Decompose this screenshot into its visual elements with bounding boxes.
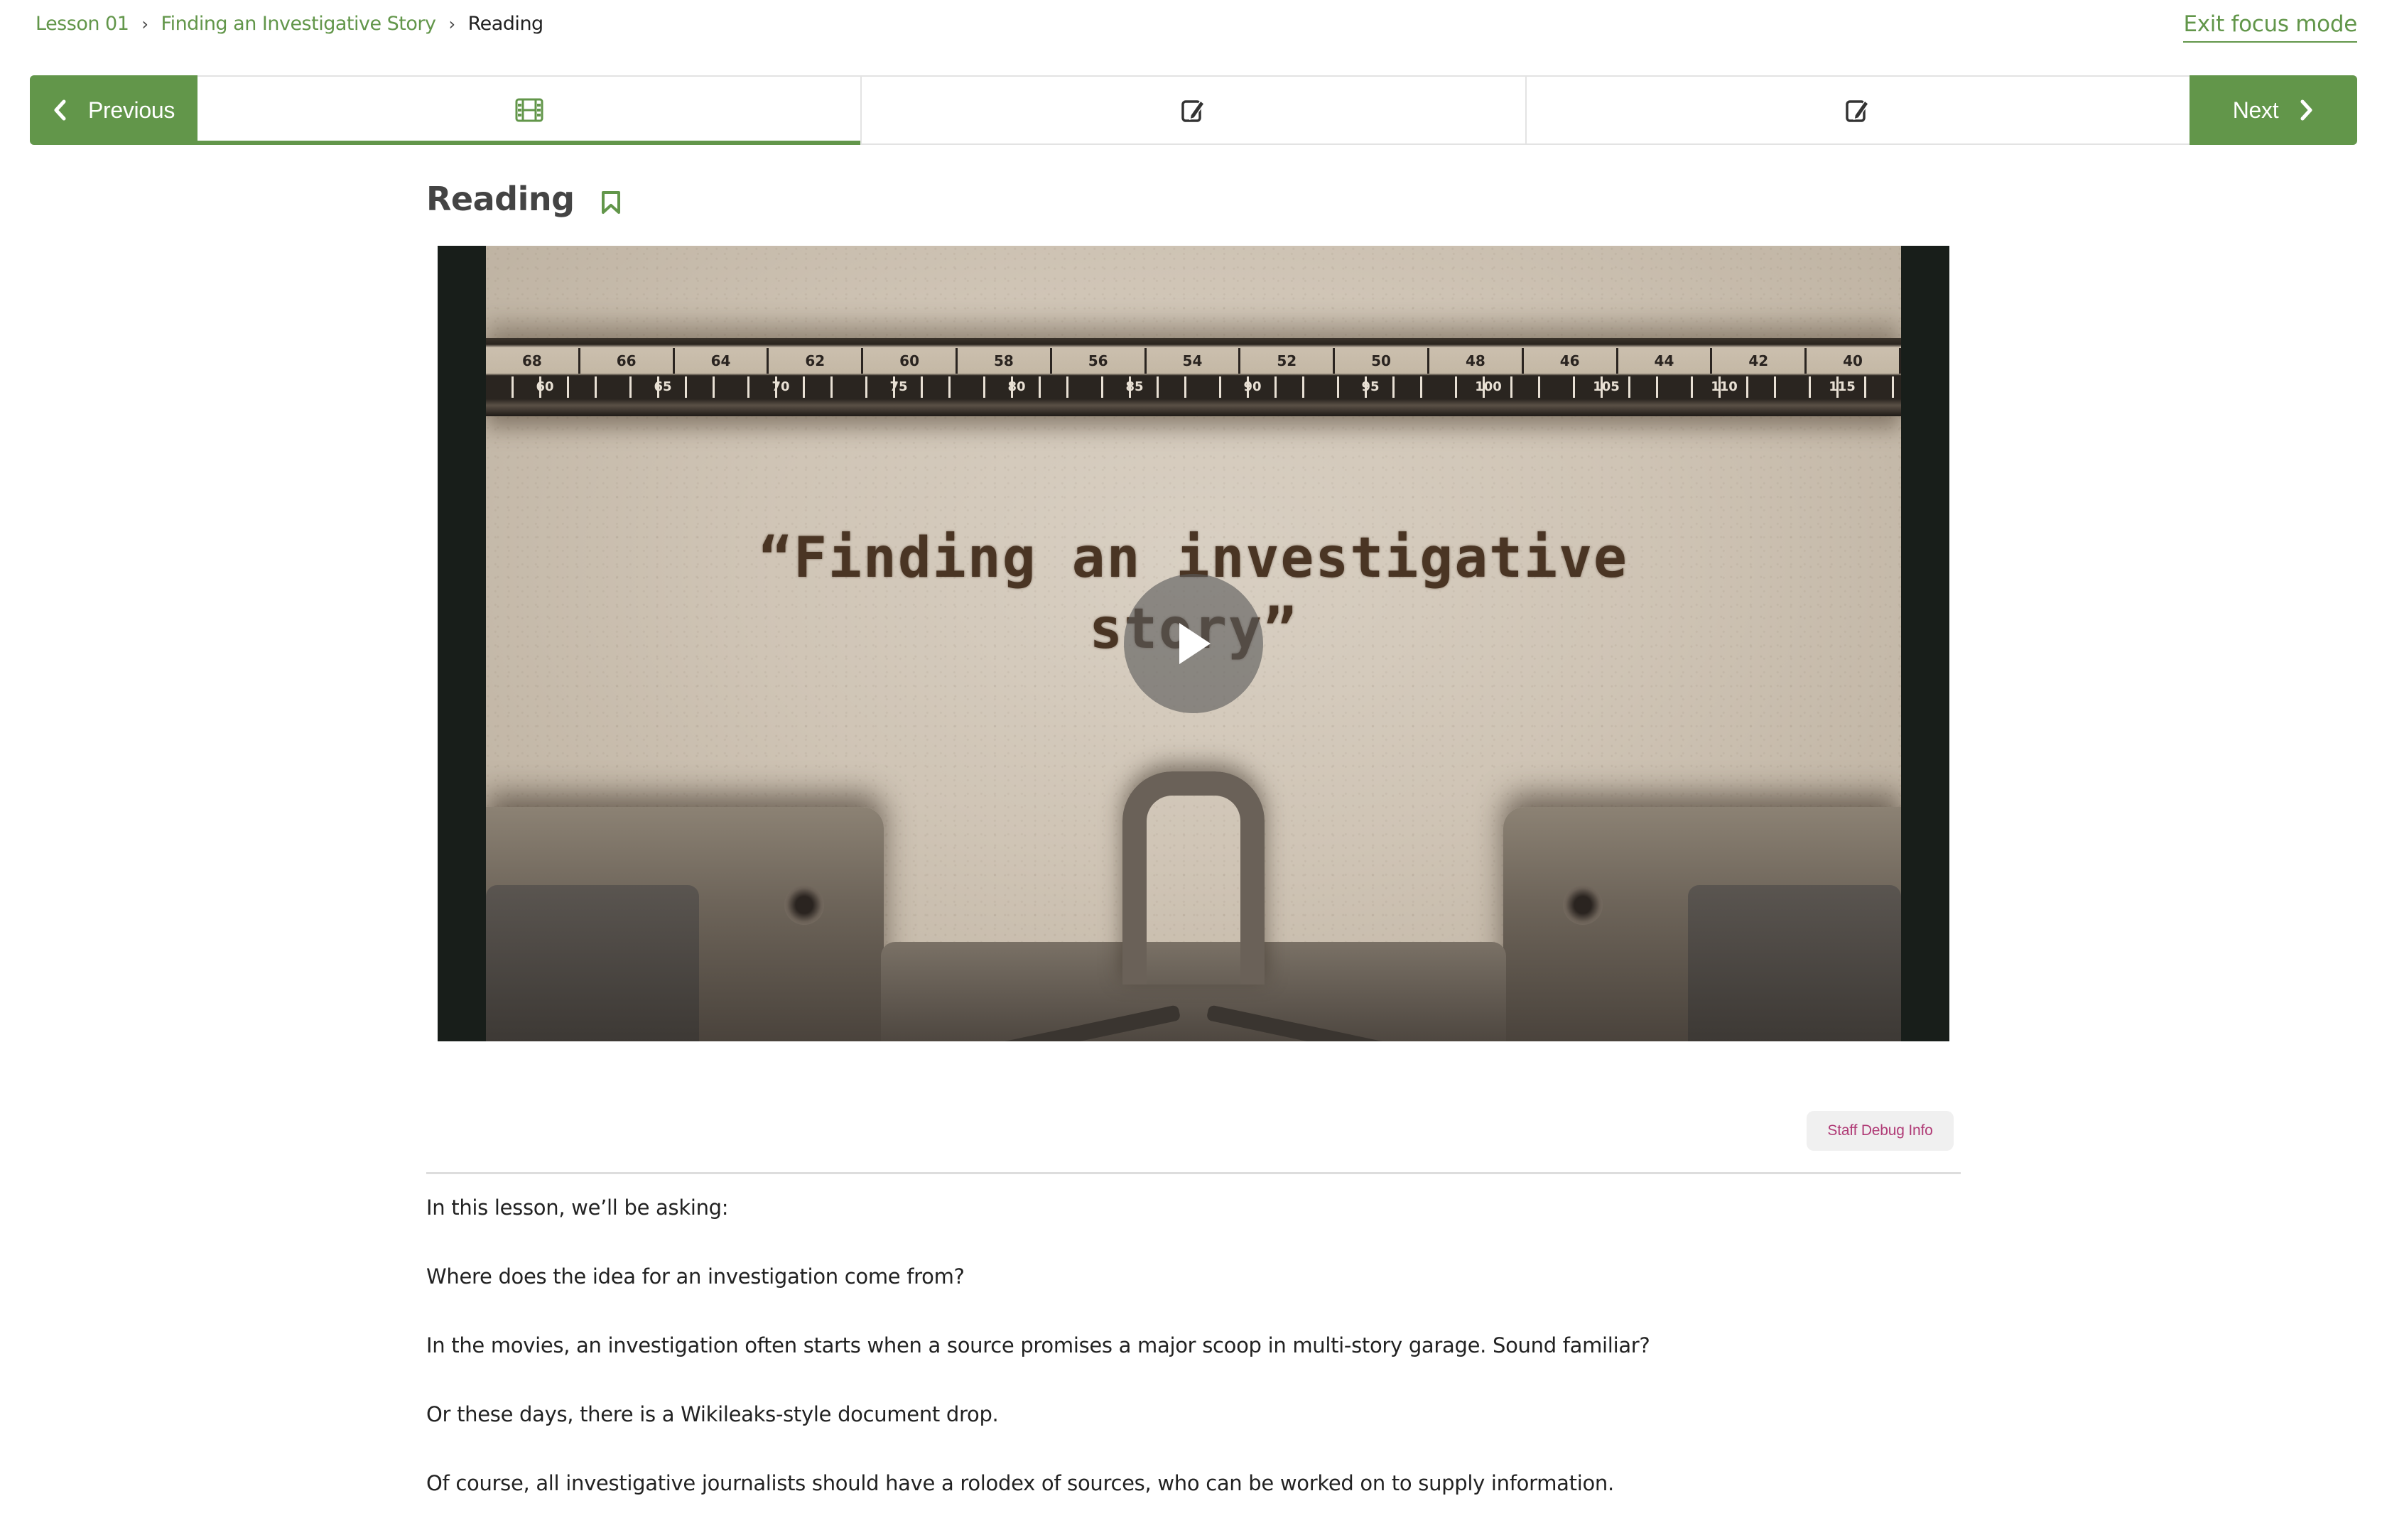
ruler-mark: 44 bbox=[1618, 348, 1713, 374]
lesson-body: In this lesson, we’ll be asking: Where d… bbox=[426, 1195, 1961, 1540]
ruler-mark: 62 bbox=[769, 348, 864, 374]
ruler-mark: 105 bbox=[1547, 376, 1665, 398]
content-divider bbox=[426, 1172, 1961, 1174]
unit-content: Reading bbox=[426, 170, 1961, 227]
ruler-mark: 58 bbox=[958, 348, 1052, 374]
sequence-tab-video[interactable] bbox=[197, 77, 862, 145]
previous-label: Previous bbox=[87, 97, 175, 123]
ruler-mark: 70 bbox=[722, 376, 840, 398]
staff-debug-info-button[interactable]: Staff Debug Info bbox=[1807, 1111, 1954, 1151]
ruler-mark: 52 bbox=[1240, 348, 1336, 374]
paragraph: In the movies, an investigation often st… bbox=[426, 1333, 1650, 1357]
sequence-tab-problem-1[interactable] bbox=[862, 77, 1527, 143]
ruler-mark: 115 bbox=[1783, 376, 1901, 398]
chevron-right-icon: › bbox=[141, 13, 148, 34]
typewriter-ruler: 68 66 64 62 60 58 56 54 52 50 48 46 44 42 40 60 65 70 75 8… bbox=[486, 338, 1901, 416]
screw bbox=[1563, 885, 1603, 925]
breadcrumb-current: Reading bbox=[467, 13, 544, 35]
paragraph: Or these days, there is a Wikileaks-styl… bbox=[426, 1402, 999, 1426]
ruler-mark: 40 bbox=[1807, 348, 1901, 374]
typewriter-key-left bbox=[486, 885, 699, 1041]
typewriter-mechanism bbox=[486, 743, 1901, 1041]
ruler-mark: 54 bbox=[1147, 348, 1241, 374]
ruler-mark: 60 bbox=[863, 348, 958, 374]
paragraph: Where does the idea for an investigation… bbox=[426, 1264, 965, 1289]
next-label: Next bbox=[2232, 97, 2279, 123]
breadcrumb: Lesson 01 › Finding an Investigative Sto… bbox=[36, 13, 543, 35]
exit-focus-mode-link[interactable]: Exit focus mode bbox=[2183, 11, 2357, 43]
ruler-top-scale: 68 66 64 62 60 58 56 54 52 50 48 46 44 42 40 bbox=[486, 348, 1901, 374]
paragraph: In this lesson, we’ll be asking: bbox=[426, 1195, 729, 1220]
sequence-navigation: Previous Next bbox=[30, 75, 2357, 145]
ruler-mark: 46 bbox=[1524, 348, 1618, 374]
paragraph: Of course, all investigative journalists… bbox=[426, 1471, 1614, 1495]
ruler-mark: 85 bbox=[1076, 376, 1194, 398]
ruler-mark: 48 bbox=[1429, 348, 1524, 374]
sequence-tab-problem-2[interactable] bbox=[1527, 77, 2190, 143]
ruler-mark: 64 bbox=[675, 348, 769, 374]
edit-problem-icon bbox=[1181, 99, 1206, 122]
screw bbox=[784, 885, 824, 925]
guide-arch bbox=[1122, 771, 1265, 985]
ruler-mark: 80 bbox=[958, 376, 1076, 398]
chevron-left-icon bbox=[54, 99, 66, 121]
unit-header: Reading bbox=[426, 170, 1961, 227]
ruler-mark: 90 bbox=[1194, 376, 1311, 398]
ruler-mark: 60 bbox=[486, 376, 604, 398]
ruler-mark: 56 bbox=[1052, 348, 1147, 374]
video-film-icon bbox=[515, 98, 543, 122]
typewriter-key-right bbox=[1688, 885, 1901, 1041]
typewriter-guide bbox=[881, 771, 1506, 1041]
ruler-mark: 65 bbox=[604, 376, 722, 398]
previous-button[interactable]: Previous bbox=[30, 75, 197, 145]
ruler-mark: 95 bbox=[1311, 376, 1429, 398]
chevron-right-icon: › bbox=[448, 13, 455, 34]
ruler-bottom-scale: 60 65 70 75 80 85 90 95 100 105 110 115 bbox=[486, 376, 1901, 398]
play-icon bbox=[1179, 623, 1211, 664]
ruler-mark: 110 bbox=[1665, 376, 1783, 398]
breadcrumb-lesson[interactable]: Lesson 01 bbox=[36, 13, 129, 35]
breadcrumb-section[interactable]: Finding an Investigative Story bbox=[161, 13, 436, 35]
sequence-tabs bbox=[197, 77, 2190, 145]
play-button[interactable] bbox=[1124, 574, 1263, 713]
ruler-mark: 50 bbox=[1335, 348, 1429, 374]
unit-title: Reading bbox=[426, 180, 575, 218]
bookmark-icon[interactable] bbox=[600, 190, 622, 215]
ruler-mark: 68 bbox=[486, 348, 580, 374]
chevron-right-icon bbox=[2300, 99, 2312, 121]
ruler-mark: 75 bbox=[840, 376, 958, 398]
next-button[interactable]: Next bbox=[2190, 75, 2357, 145]
ruler-mark: 66 bbox=[580, 348, 675, 374]
ruler-mark: 42 bbox=[1712, 348, 1807, 374]
ruler-mark: 100 bbox=[1429, 376, 1547, 398]
edit-problem-icon bbox=[1846, 99, 1870, 122]
